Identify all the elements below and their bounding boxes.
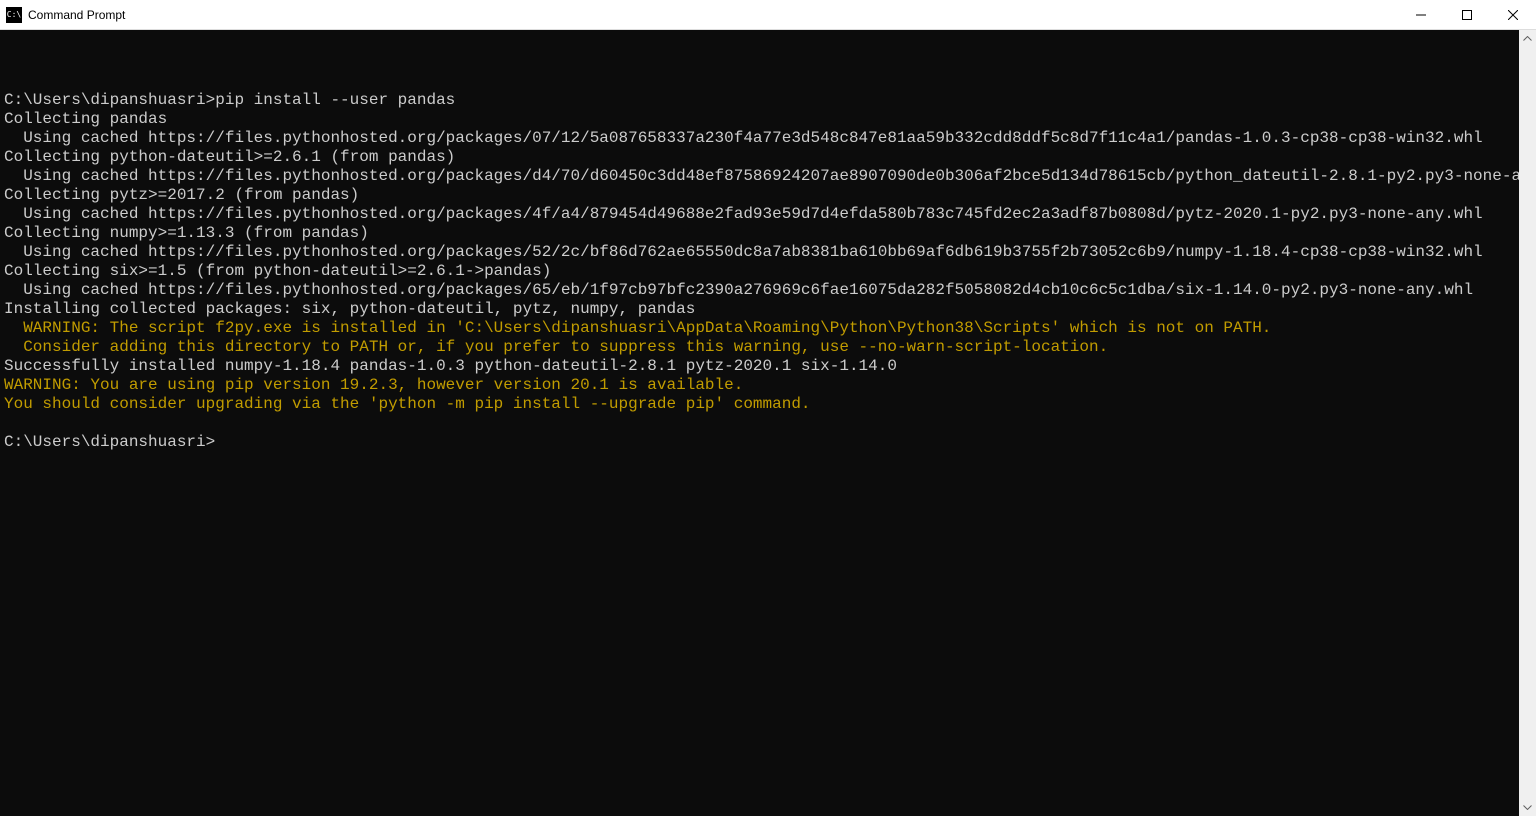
chevron-up-icon [1523, 36, 1532, 41]
terminal-line: Installing collected packages: six, pyth… [4, 300, 1536, 319]
titlebar-left: Command Prompt [6, 7, 125, 23]
minimize-icon [1416, 10, 1426, 20]
command-prompt-icon [6, 7, 22, 23]
terminal-line: Using cached https://files.pythonhosted.… [4, 243, 1536, 262]
close-button[interactable] [1490, 0, 1536, 29]
terminal-line: Collecting six>=1.5 (from python-dateuti… [4, 262, 1536, 281]
window-title: Command Prompt [28, 8, 125, 22]
terminal-line [4, 72, 1536, 91]
terminal-line: Using cached https://files.pythonhosted.… [4, 205, 1536, 224]
terminal-line: WARNING: The script f2py.exe is installe… [4, 319, 1536, 338]
terminal-line: C:\Users\dipanshuasri> [4, 433, 1536, 452]
chevron-down-icon [1523, 805, 1532, 810]
maximize-icon [1462, 10, 1472, 20]
terminal-line: C:\Users\dipanshuasri>pip install --user… [4, 91, 1536, 110]
vertical-scrollbar[interactable] [1519, 30, 1536, 816]
minimize-button[interactable] [1398, 0, 1444, 29]
scrollbar-track[interactable] [1519, 47, 1536, 799]
terminal-line: You should consider upgrading via the 'p… [4, 395, 1536, 414]
terminal-content: C:\Users\dipanshuasri>pip install --user… [4, 72, 1536, 452]
window-titlebar[interactable]: Command Prompt [0, 0, 1536, 30]
terminal-area[interactable]: C:\Users\dipanshuasri>pip install --user… [0, 30, 1536, 816]
terminal-line: Successfully installed numpy-1.18.4 pand… [4, 357, 1536, 376]
terminal-line: Using cached https://files.pythonhosted.… [4, 129, 1536, 148]
terminal-line: WARNING: You are using pip version 19.2.… [4, 376, 1536, 395]
scroll-down-button[interactable] [1519, 799, 1536, 816]
terminal-line: Collecting pandas [4, 110, 1536, 129]
close-icon [1508, 10, 1518, 20]
window-controls [1398, 0, 1536, 29]
terminal-line: Using cached https://files.pythonhosted.… [4, 167, 1536, 186]
scroll-up-button[interactable] [1519, 30, 1536, 47]
terminal-line: Collecting numpy>=1.13.3 (from pandas) [4, 224, 1536, 243]
terminal-line: Collecting python-dateutil>=2.6.1 (from … [4, 148, 1536, 167]
terminal-line: Using cached https://files.pythonhosted.… [4, 281, 1536, 300]
terminal-line [4, 414, 1536, 433]
terminal-line: Collecting pytz>=2017.2 (from pandas) [4, 186, 1536, 205]
maximize-button[interactable] [1444, 0, 1490, 29]
terminal-line: Consider adding this directory to PATH o… [4, 338, 1536, 357]
